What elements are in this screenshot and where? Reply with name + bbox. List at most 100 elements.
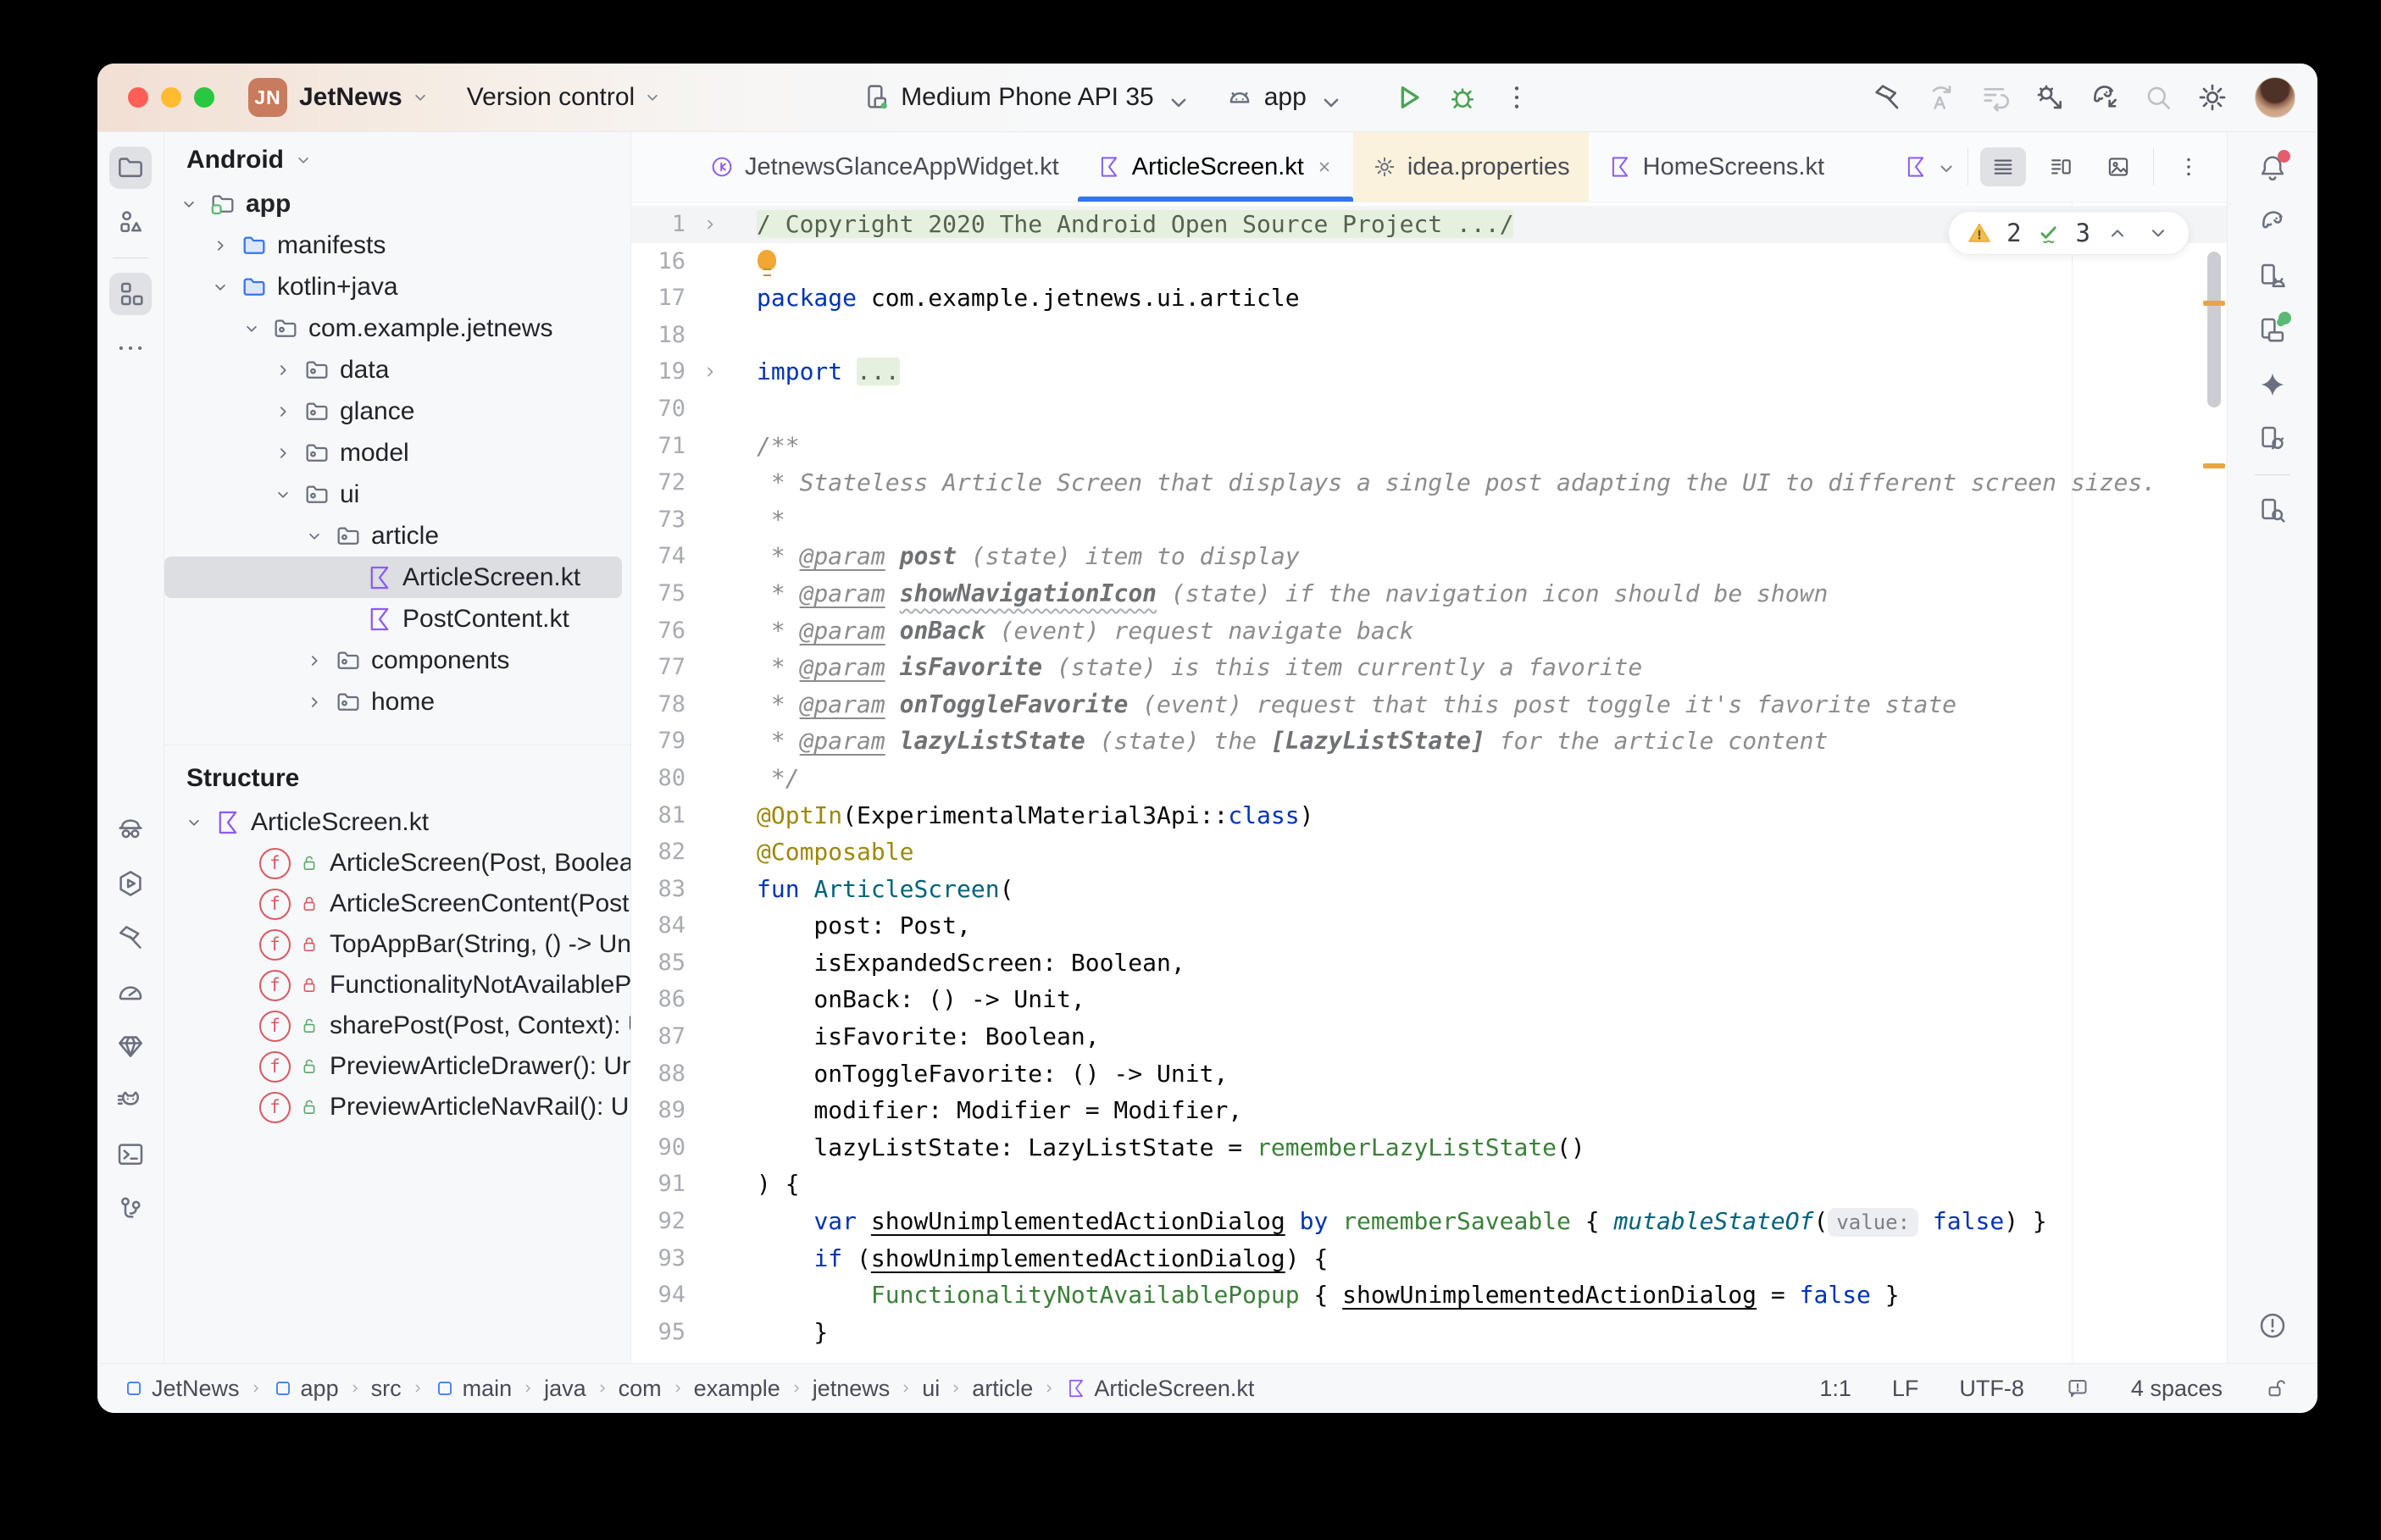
tree-item-glance[interactable]: glance <box>164 391 622 432</box>
chevron-right-icon[interactable] <box>267 359 299 381</box>
project-view-mode-selector[interactable]: Android <box>164 132 630 183</box>
tree-item-kotlin+java[interactable]: kotlin+java <box>164 266 622 307</box>
chevron-right-icon[interactable] <box>298 691 330 713</box>
code-line-75[interactable]: 75 * @param showNavigationIcon (state) i… <box>631 575 2227 612</box>
chevron-down-icon[interactable] <box>236 318 268 340</box>
structure-item[interactable]: fPreviewArticleDrawer(): Unit <box>164 1046 630 1087</box>
breadcrumb-app[interactable]: app <box>272 1376 339 1402</box>
resource-manager-button[interactable] <box>109 201 152 243</box>
git-branch-button[interactable] <box>109 1188 152 1230</box>
code-line-18[interactable]: 18 <box>631 317 2227 354</box>
device-mirroring-button[interactable] <box>2251 418 2294 460</box>
chevron-right-icon[interactable] <box>298 650 330 672</box>
warning-stripe-mark[interactable] <box>2203 301 2225 306</box>
code-line-19[interactable]: 19import ... <box>631 353 2227 391</box>
code-line-84[interactable]: 84 post: Post, <box>631 907 2227 944</box>
tab-idea.properties[interactable]: idea.properties <box>1353 132 1589 202</box>
editor-options-button[interactable] <box>2166 147 2212 186</box>
notifications-bell-button[interactable] <box>2251 147 2294 189</box>
scrollbar-thumb[interactable] <box>2207 252 2221 407</box>
notification-balloon-icon[interactable] <box>2065 1376 2090 1401</box>
code-line-71[interactable]: 71/** <box>631 428 2227 465</box>
build-hammer-button[interactable] <box>109 917 152 959</box>
device-manager-button[interactable] <box>2251 255 2294 297</box>
device-selector[interactable]: Medium Phone API 35 <box>860 81 1185 114</box>
chevron-down-icon[interactable] <box>298 525 330 547</box>
profiler-gauge-button[interactable] <box>109 971 152 1013</box>
code-line-86[interactable]: 86 onBack: () -> Unit, <box>631 981 2227 1018</box>
chevron-right-icon[interactable] <box>267 442 299 464</box>
code-line-82[interactable]: 82@Composable <box>631 834 2227 871</box>
breadcrumb-ui[interactable]: ui <box>922 1376 940 1402</box>
editor-scrollbar[interactable] <box>2206 202 2222 1363</box>
search-button[interactable] <box>2134 75 2182 119</box>
breadcrumb-main[interactable]: main <box>434 1376 513 1402</box>
line-separator[interactable]: LF <box>1892 1376 1919 1402</box>
more-dots-button[interactable] <box>109 327 152 369</box>
next-problem-button[interactable] <box>2145 219 2172 247</box>
code-line-79[interactable]: 79 * @param lazyListState (state) the [L… <box>631 723 2227 760</box>
tree-item-article[interactable]: article <box>164 515 622 557</box>
code-line-83[interactable]: 83fun ArticleScreen( <box>631 871 2227 908</box>
file-encoding[interactable]: UTF-8 <box>1959 1376 2024 1402</box>
gemini-star-button[interactable] <box>2251 363 2294 406</box>
fold-marker-icon[interactable] <box>685 206 735 243</box>
run-button[interactable] <box>1385 75 1432 119</box>
warning-stripe-mark[interactable] <box>2203 463 2225 468</box>
breadcrumb-src[interactable]: src <box>371 1376 402 1402</box>
structure-root-ArticleScreen.kt[interactable]: ArticleScreen.kt <box>164 801 622 843</box>
breadcrumb-JetNews[interactable]: JetNews <box>123 1376 240 1402</box>
tree-item-ui[interactable]: ui <box>164 474 622 515</box>
problems-circle-button[interactable] <box>2251 1305 2294 1347</box>
code-line-95[interactable]: 95 } <box>631 1314 2227 1351</box>
gradle-elephant-button[interactable] <box>2251 201 2294 243</box>
zoom-window-button[interactable] <box>194 87 214 108</box>
tree-item-manifests[interactable]: manifests <box>164 224 622 266</box>
chevron-right-icon[interactable] <box>267 401 299 423</box>
code-line-87[interactable]: 87 isFavorite: Boolean, <box>631 1018 2227 1055</box>
breadcrumb-ArticleScreen.kt[interactable]: ArticleScreen.kt <box>1065 1376 1254 1402</box>
project-selector[interactable]: JetNews <box>299 83 431 112</box>
logcat-cat-button[interactable] <box>109 1079 152 1122</box>
code-line-93[interactable]: 93 if (showUnimplementedActionDialog) { <box>631 1240 2227 1277</box>
build-hammer-button[interactable] <box>1863 75 1911 119</box>
indent-style[interactable]: 4 spaces <box>2131 1376 2223 1402</box>
chevron-down-icon[interactable] <box>178 812 210 834</box>
code-line-17[interactable]: 17package com.example.jetnews.ui.article <box>631 280 2227 317</box>
code-line-76[interactable]: 76 * @param onBack (event) request navig… <box>631 612 2227 650</box>
fold-marker-icon[interactable] <box>685 353 735 391</box>
chevron-down-icon[interactable] <box>267 484 299 506</box>
breadcrumb-jetnews[interactable]: jetnews <box>813 1376 891 1402</box>
debug-button[interactable] <box>1439 75 1486 119</box>
design-view-button[interactable] <box>2095 147 2141 186</box>
more-run-options-button[interactable] <box>1493 75 1540 119</box>
code-line-77[interactable]: 77 * @param isFavorite (state) is this i… <box>631 649 2227 686</box>
terminal-button[interactable] <box>109 1133 152 1176</box>
attach-debugger-button[interactable] <box>2026 75 2073 119</box>
code-line-89[interactable]: 89 modifier: Modifier = Modifier, <box>631 1092 2227 1129</box>
breadcrumb-com[interactable]: com <box>619 1376 662 1402</box>
tab-HomeScreens.kt[interactable]: HomeScreens.kt <box>1589 132 1843 202</box>
sync-refactor-button[interactable] <box>1918 75 1965 119</box>
code-line-92[interactable]: 92 var showUnimplementedActionDialog by … <box>631 1203 2227 1240</box>
chevron-down-icon[interactable] <box>204 276 236 298</box>
minimize-window-button[interactable] <box>161 87 181 108</box>
breadcrumb-example[interactable]: example <box>694 1376 780 1402</box>
code-line-73[interactable]: 73 * <box>631 501 2227 539</box>
code-line-72[interactable]: 72 * Stateless Article Screen that displ… <box>631 464 2227 501</box>
user-avatar[interactable] <box>2255 77 2295 118</box>
split-view-button[interactable] <box>2038 147 2084 186</box>
intention-bulb-icon[interactable] <box>757 248 777 277</box>
close-tab-icon[interactable] <box>1314 157 1335 177</box>
commit-history-button[interactable] <box>1972 75 2019 119</box>
version-control-menu[interactable]: Version control <box>467 83 663 112</box>
breadcrumb-java[interactable]: java <box>544 1376 586 1402</box>
services-hexagon-button[interactable] <box>109 862 152 905</box>
structure-item[interactable]: fFunctionalityNotAvailablePop <box>164 965 630 1005</box>
structure-item[interactable]: fPreviewArticleNavRail(): Unit <box>164 1087 630 1127</box>
code-editor[interactable]: 1/ Copyright 2020 The Android Open Sourc… <box>631 202 2227 1363</box>
previous-problem-button[interactable] <box>2104 219 2131 247</box>
app-inspection-button[interactable] <box>109 808 152 850</box>
code-line-94[interactable]: 94 FunctionalityNotAvailablePopup { show… <box>631 1277 2227 1314</box>
structure-item[interactable]: fArticleScreen(Post, Boolean, <box>164 843 630 884</box>
